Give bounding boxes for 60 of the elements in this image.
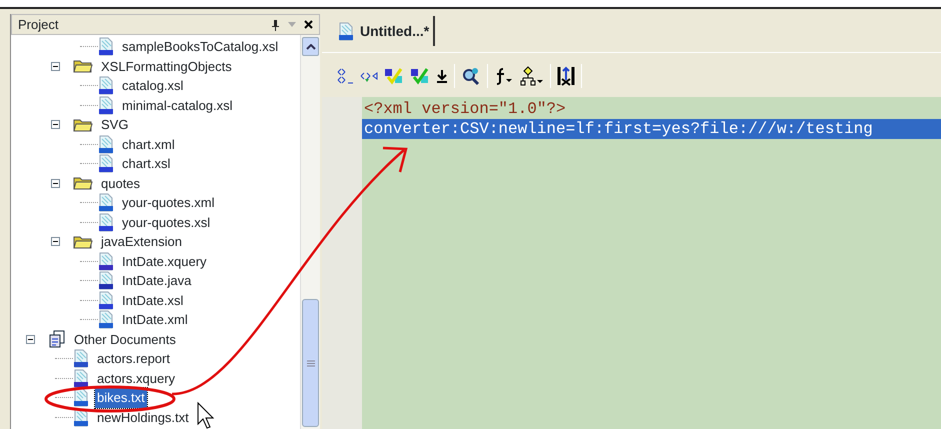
file-label[interactable]: sampleBooksToCatalog.xsl	[120, 37, 280, 56]
pin-icon[interactable]	[271, 18, 280, 30]
file-label[interactable]: IntDate.xquery	[120, 252, 209, 271]
file-icon	[98, 37, 114, 56]
download-icon[interactable]	[436, 68, 448, 84]
collapse-toggle[interactable]	[51, 120, 60, 130]
function-icon[interactable]	[494, 67, 514, 85]
magnifier-icon[interactable]	[461, 66, 481, 86]
file-label[interactable]: IntDate.xsl	[120, 290, 186, 310]
file-label[interactable]: minimal-catalog.xsl	[120, 96, 235, 115]
file-icon	[98, 134, 114, 154]
folder-label[interactable]: quotes	[99, 174, 142, 193]
folder-icon	[73, 234, 93, 249]
file-label[interactable]: actors.report	[95, 349, 172, 368]
file-icon	[98, 271, 114, 290]
file-label[interactable]: newHoldings.txt	[95, 408, 191, 427]
scrollbar-thumb[interactable]	[302, 299, 319, 427]
column-icon[interactable]	[557, 66, 575, 86]
file-label[interactable]: your-quotes.xsl	[120, 212, 212, 232]
folder-icon	[73, 118, 93, 132]
folder-icon	[73, 176, 93, 190]
expand-icon[interactable]	[336, 67, 354, 85]
scroll-up-button[interactable]	[302, 37, 319, 56]
collapse-toggle[interactable]	[51, 62, 60, 71]
file-icon	[98, 193, 114, 212]
file-label[interactable]: bikes.txt	[95, 388, 147, 408]
file-icon	[98, 290, 114, 310]
tree-icon[interactable]	[520, 66, 544, 86]
file-label[interactable]: your-quotes.xml	[120, 193, 216, 212]
folder-label[interactable]: javaExtension	[99, 232, 184, 252]
collapse-toggle[interactable]	[51, 237, 60, 246]
file-icon	[98, 310, 114, 330]
file-label[interactable]: catalog.xsl	[120, 76, 186, 96]
file-label[interactable]: actors.xquery	[95, 368, 178, 388]
file-icon	[98, 252, 114, 271]
file-label[interactable]: chart.xml	[120, 134, 177, 154]
file-label[interactable]: IntDate.xml	[120, 310, 190, 330]
collapse-toggle[interactable]	[26, 334, 35, 344]
file-icon	[98, 154, 114, 174]
close-icon[interactable]	[304, 20, 313, 29]
validate-icon[interactable]	[384, 67, 404, 85]
code-line: <?xml version="1.0"?>	[363, 99, 567, 119]
file-icon	[98, 96, 114, 115]
grip-icon	[306, 360, 314, 366]
collapse-toggle[interactable]	[51, 178, 60, 188]
file-icon	[73, 349, 89, 368]
folder-label[interactable]: Other Documents	[72, 330, 178, 349]
file-icon	[98, 76, 114, 96]
file-icon	[338, 22, 354, 40]
file-icon	[73, 368, 89, 388]
panel-title: Project	[18, 16, 60, 34]
check-icon[interactable]	[410, 67, 430, 85]
file-label[interactable]: IntDate.java	[120, 271, 194, 290]
folder-label[interactable]: SVG	[99, 115, 130, 134]
file-icon	[98, 212, 114, 232]
folder-label[interactable]: XSLFormattingObjects	[99, 56, 234, 76]
folder-icon	[73, 59, 93, 74]
file-icon	[73, 388, 89, 408]
documents-icon	[48, 330, 66, 348]
file-label[interactable]: chart.xsl	[120, 154, 172, 174]
